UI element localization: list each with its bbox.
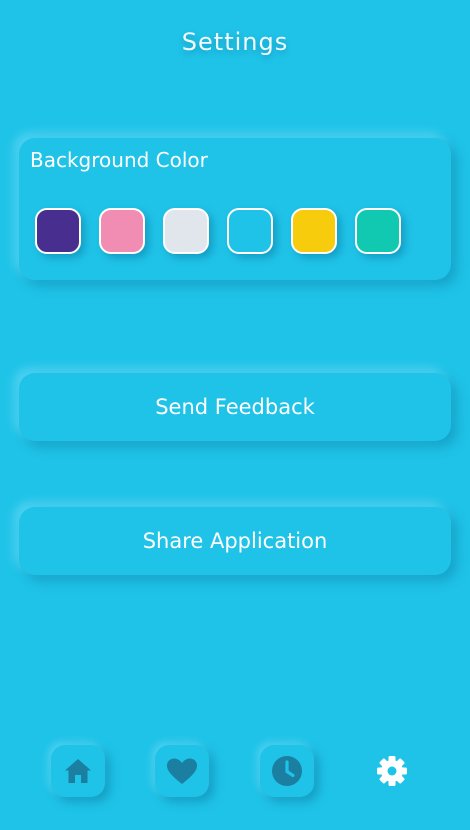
- send-feedback-button[interactable]: Send Feedback: [19, 373, 451, 441]
- send-feedback-label: Send Feedback: [155, 395, 315, 419]
- color-swatches: [35, 208, 401, 254]
- color-swatch-pink[interactable]: [99, 208, 145, 254]
- color-swatch-light-gray[interactable]: [163, 208, 209, 254]
- bottom-nav: [0, 745, 470, 801]
- nav-home-button[interactable]: [51, 745, 105, 797]
- share-application-button[interactable]: Share Application: [19, 507, 451, 575]
- background-color-card: Background Color: [19, 138, 451, 280]
- background-color-label: Background Color: [30, 148, 208, 172]
- nav-settings-button[interactable]: [365, 745, 419, 797]
- color-swatch-purple[interactable]: [35, 208, 81, 254]
- color-swatch-yellow[interactable]: [291, 208, 337, 254]
- home-icon: [65, 759, 91, 783]
- color-swatch-cyan[interactable]: [227, 208, 273, 254]
- gear-icon: [377, 756, 407, 786]
- clock-icon: [272, 756, 302, 786]
- share-application-label: Share Application: [142, 529, 328, 553]
- heart-icon: [167, 758, 197, 784]
- nav-history-button[interactable]: [260, 745, 314, 797]
- page-title: Settings: [181, 28, 289, 56]
- nav-favorites-button[interactable]: [155, 745, 209, 797]
- color-swatch-teal[interactable]: [355, 208, 401, 254]
